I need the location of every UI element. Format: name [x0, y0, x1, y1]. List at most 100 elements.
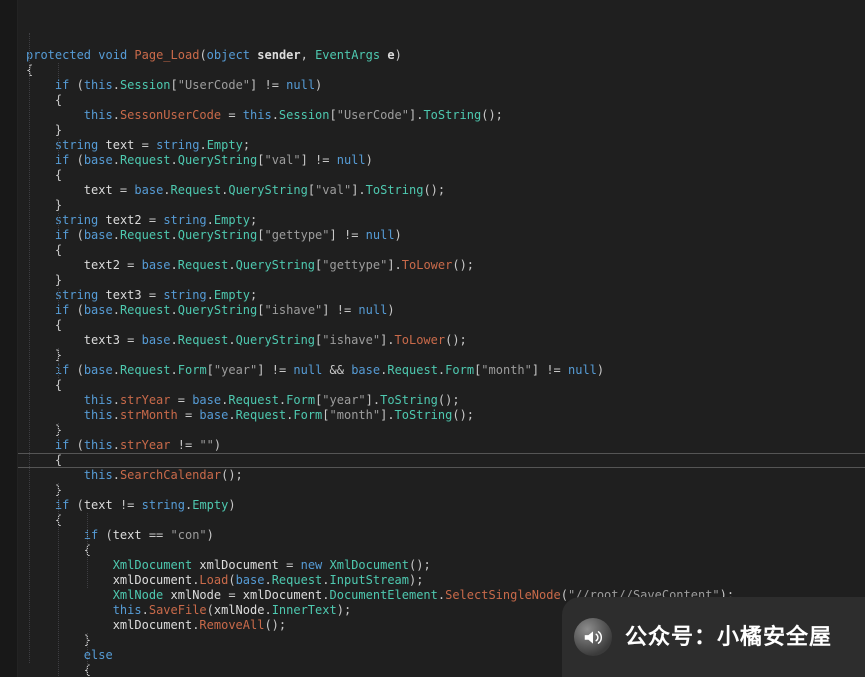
code-line[interactable]: text3 = base.Request.QueryString["ishave…: [18, 333, 865, 348]
code-line[interactable]: if (base.Request.Form["year"] != null &&…: [18, 363, 865, 378]
token-p: .: [228, 333, 235, 347]
token-t: Request: [120, 153, 171, 167]
token-p: .: [113, 393, 120, 407]
code-line[interactable]: {: [18, 513, 865, 528]
editor-gutter[interactable]: [0, 0, 18, 677]
code-line[interactable]: if (base.Request.QueryString["val"] != n…: [18, 153, 865, 168]
token-k: if: [55, 363, 69, 377]
token-k: null: [286, 78, 315, 92]
token-k: this: [243, 108, 272, 122]
code-line[interactable]: xmlDocument.Load(base.Request.InputStrea…: [18, 573, 865, 588]
token-k: string: [163, 213, 206, 227]
code-lines: protected void Page_Load(object sender, …: [18, 48, 865, 677]
token-p: [26, 363, 55, 377]
token-p: [26, 528, 84, 542]
code-line[interactable]: string text = string.Empty;: [18, 138, 865, 153]
code-line[interactable]: protected void Page_Load(object sender, …: [18, 48, 865, 63]
code-line[interactable]: if (this.Session["UserCode"] != null): [18, 78, 865, 93]
token-p: }: [26, 273, 62, 287]
token-p: [26, 558, 113, 572]
code-line[interactable]: string text3 = string.Empty;: [18, 288, 865, 303]
code-line[interactable]: string text2 = string.Empty;: [18, 213, 865, 228]
code-line[interactable]: {: [18, 543, 865, 558]
token-p: ): [387, 303, 394, 317]
token-p: .: [142, 603, 149, 617]
code-line[interactable]: this.SearchCalendar();: [18, 468, 865, 483]
token-k: object: [207, 48, 250, 62]
code-editor-area[interactable]: protected void Page_Load(object sender, …: [18, 3, 865, 677]
token-t: Empty: [192, 498, 228, 512]
token-k: base: [192, 393, 221, 407]
token-p: .: [322, 573, 329, 587]
token-p: ();: [409, 558, 431, 572]
token-p: ].: [409, 108, 423, 122]
token-p: .: [171, 258, 178, 272]
code-line[interactable]: if (text != string.Empty): [18, 498, 865, 513]
token-l: xmlDocument: [243, 588, 322, 602]
token-p: ): [228, 498, 235, 512]
code-line[interactable]: {: [18, 318, 865, 333]
token-p: [26, 288, 55, 302]
code-line[interactable]: }: [18, 198, 865, 213]
code-line[interactable]: this.SessonUserCode = this.Session["User…: [18, 108, 865, 123]
token-p: .: [171, 303, 178, 317]
token-p: {: [26, 378, 62, 392]
code-line[interactable]: {: [18, 453, 865, 468]
token-m: strYear: [120, 438, 171, 452]
token-p: =: [171, 393, 193, 407]
token-p: {: [26, 513, 62, 527]
token-p: ();: [481, 108, 503, 122]
token-m: SessonUserCode: [120, 108, 221, 122]
code-line[interactable]: text = base.Request.QueryString["val"].T…: [18, 183, 865, 198]
token-t: Request: [120, 228, 171, 242]
token-p: .: [171, 333, 178, 347]
code-line[interactable]: if (base.Request.QueryString["ishave"] !…: [18, 303, 865, 318]
token-s: "month": [330, 408, 381, 422]
token-p: (: [69, 228, 83, 242]
code-line[interactable]: {: [18, 243, 865, 258]
code-line[interactable]: }: [18, 423, 865, 438]
token-l: xmlDocument: [199, 558, 278, 572]
code-line[interactable]: if (text == "con"): [18, 528, 865, 543]
code-line[interactable]: }: [18, 273, 865, 288]
code-line[interactable]: }: [18, 348, 865, 363]
code-line[interactable]: if (this.strYear != ""): [18, 438, 865, 453]
code-line[interactable]: text2 = base.Request.QueryString["gettyp…: [18, 258, 865, 273]
token-k: if: [55, 78, 69, 92]
token-p: ;: [250, 213, 257, 227]
code-line[interactable]: this.strYear = base.Request.Form["year"]…: [18, 393, 865, 408]
token-p: [: [207, 363, 214, 377]
token-p: [26, 78, 55, 92]
token-p: .: [228, 408, 235, 422]
token-p: ): [395, 228, 402, 242]
token-p: .: [171, 228, 178, 242]
token-p: &&: [322, 363, 351, 377]
token-p: {: [26, 318, 62, 332]
token-k: null: [366, 228, 395, 242]
token-k: this: [84, 408, 113, 422]
token-m: strYear: [120, 393, 171, 407]
token-p: =: [134, 138, 156, 152]
token-p: .: [113, 153, 120, 167]
token-p: ;: [243, 138, 250, 152]
code-line[interactable]: {: [18, 168, 865, 183]
token-p: (: [98, 528, 112, 542]
token-p: =: [279, 558, 301, 572]
code-line[interactable]: }: [18, 123, 865, 138]
code-line[interactable]: if (base.Request.QueryString["gettype"] …: [18, 228, 865, 243]
token-p: [: [322, 408, 329, 422]
token-p: ): [207, 528, 214, 542]
token-l: text2: [106, 213, 142, 227]
code-line[interactable]: }: [18, 483, 865, 498]
token-k: if: [84, 528, 98, 542]
token-t: Request: [272, 573, 323, 587]
code-line[interactable]: XmlDocument xmlDocument = new XmlDocumen…: [18, 558, 865, 573]
token-p: .: [113, 108, 120, 122]
token-p: ): [315, 78, 322, 92]
token-l: text3: [106, 288, 142, 302]
code-line[interactable]: {: [18, 63, 865, 78]
code-line[interactable]: {: [18, 93, 865, 108]
code-line[interactable]: {: [18, 378, 865, 393]
token-k: if: [55, 228, 69, 242]
code-line[interactable]: this.strMonth = base.Request.Form["month…: [18, 408, 865, 423]
